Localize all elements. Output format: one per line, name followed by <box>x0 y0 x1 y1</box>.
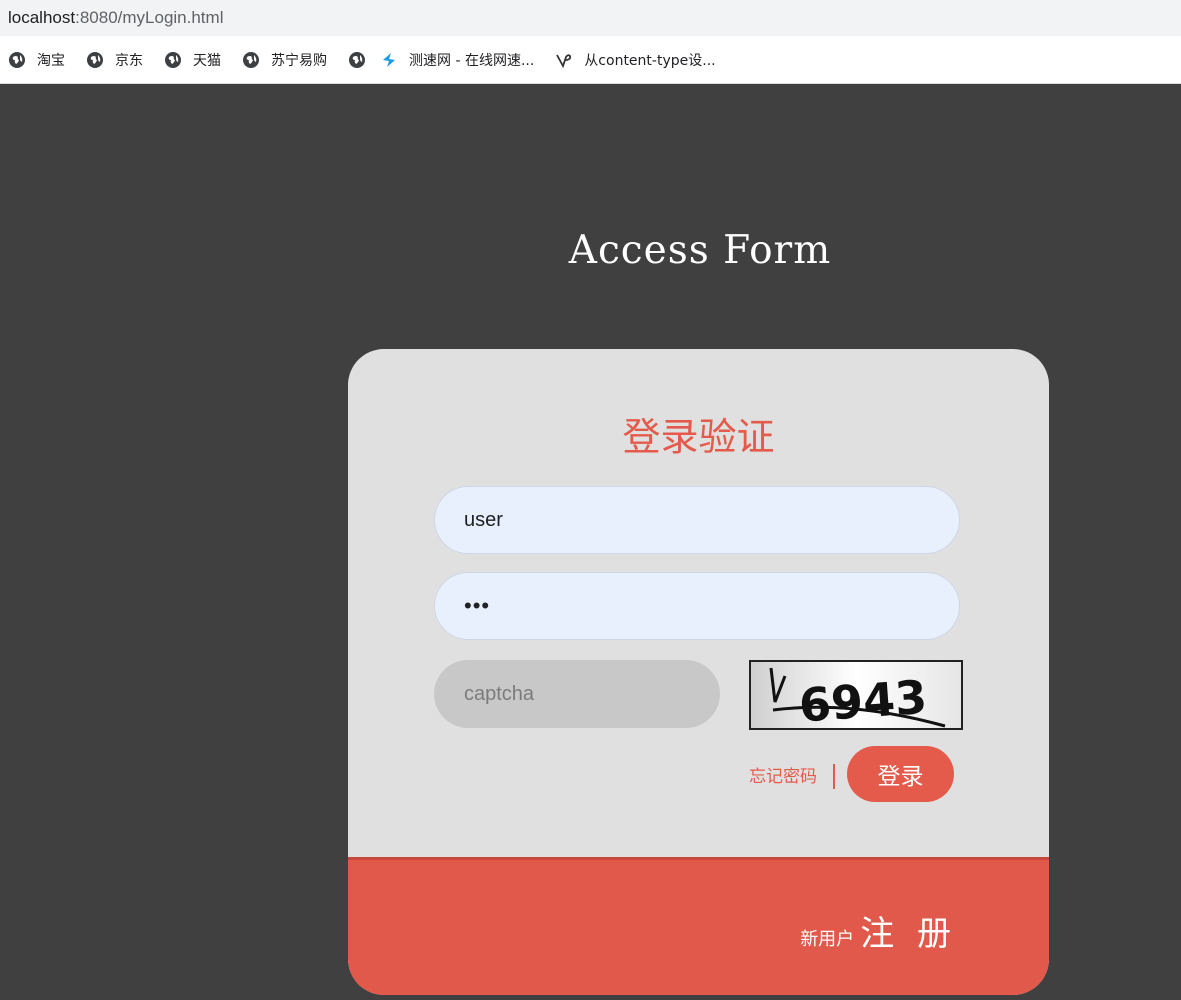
bookmark-content-type[interactable]: 从content-type设... <box>555 50 716 70</box>
username-value: user <box>464 508 503 531</box>
password-value: ••• <box>464 593 491 618</box>
speedtest-icon <box>380 51 398 69</box>
bookmark-label: 天猫 <box>193 52 221 69</box>
bookmarks-bar: 淘宝 京东 天猫 苏宁易购 测速网 - 在线网速... 从content-typ… <box>0 36 1181 84</box>
bookmark-suning[interactable]: 苏宁易购 <box>242 50 327 70</box>
new-user-label: 新用户 <box>800 929 855 950</box>
password-input[interactable]: ••• <box>434 572 960 640</box>
bookmark-label: 测速网 - 在线网速... <box>409 52 535 69</box>
link-divider <box>833 764 835 789</box>
address-bar[interactable]: localhost:8080/myLogin.html <box>0 0 1181 36</box>
globe-icon <box>164 51 182 69</box>
globe-icon <box>8 51 26 69</box>
captcha-text: 6943 <box>797 670 928 728</box>
register-area: 新用户 注 册 <box>800 906 957 955</box>
bookmark-unnamed[interactable] <box>348 51 366 69</box>
bookmark-tmall[interactable]: 天猫 <box>164 50 221 70</box>
captcha-graphic: 6943 <box>751 662 961 728</box>
bookmark-label: 从content-type设... <box>584 52 716 69</box>
globe-icon <box>348 51 366 69</box>
forgot-password-link[interactable]: 忘记密码 <box>749 762 825 787</box>
bookmark-label: 淘宝 <box>37 52 65 69</box>
globe-icon <box>242 51 260 69</box>
url-host: localhost <box>8 8 76 27</box>
bookmark-speedtest[interactable]: 测速网 - 在线网速... <box>380 50 534 70</box>
username-input[interactable]: user <box>434 486 960 554</box>
login-card: 登录验证 user ••• 6943 忘记密码 登录 新用户 注 册 <box>348 349 1049 995</box>
login-button[interactable]: 登录 <box>847 746 954 802</box>
bookmark-label: 苏宁易购 <box>271 52 327 69</box>
bookmark-label: 京东 <box>115 52 143 69</box>
captcha-image[interactable]: 6943 <box>749 660 963 730</box>
captcha-input[interactable] <box>434 660 720 728</box>
page-title: Access Form <box>568 228 832 273</box>
bookmark-jd[interactable]: 京东 <box>86 50 143 70</box>
register-link[interactable]: 注 册 <box>860 906 957 955</box>
globe-icon <box>86 51 104 69</box>
bookmark-logo-icon <box>555 51 573 69</box>
url-path: :8080/myLogin.html <box>75 8 224 27</box>
login-heading: 登录验证 <box>622 415 775 459</box>
card-footer: 新用户 注 册 <box>348 857 1049 995</box>
bookmark-taobao[interactable]: 淘宝 <box>8 50 65 70</box>
